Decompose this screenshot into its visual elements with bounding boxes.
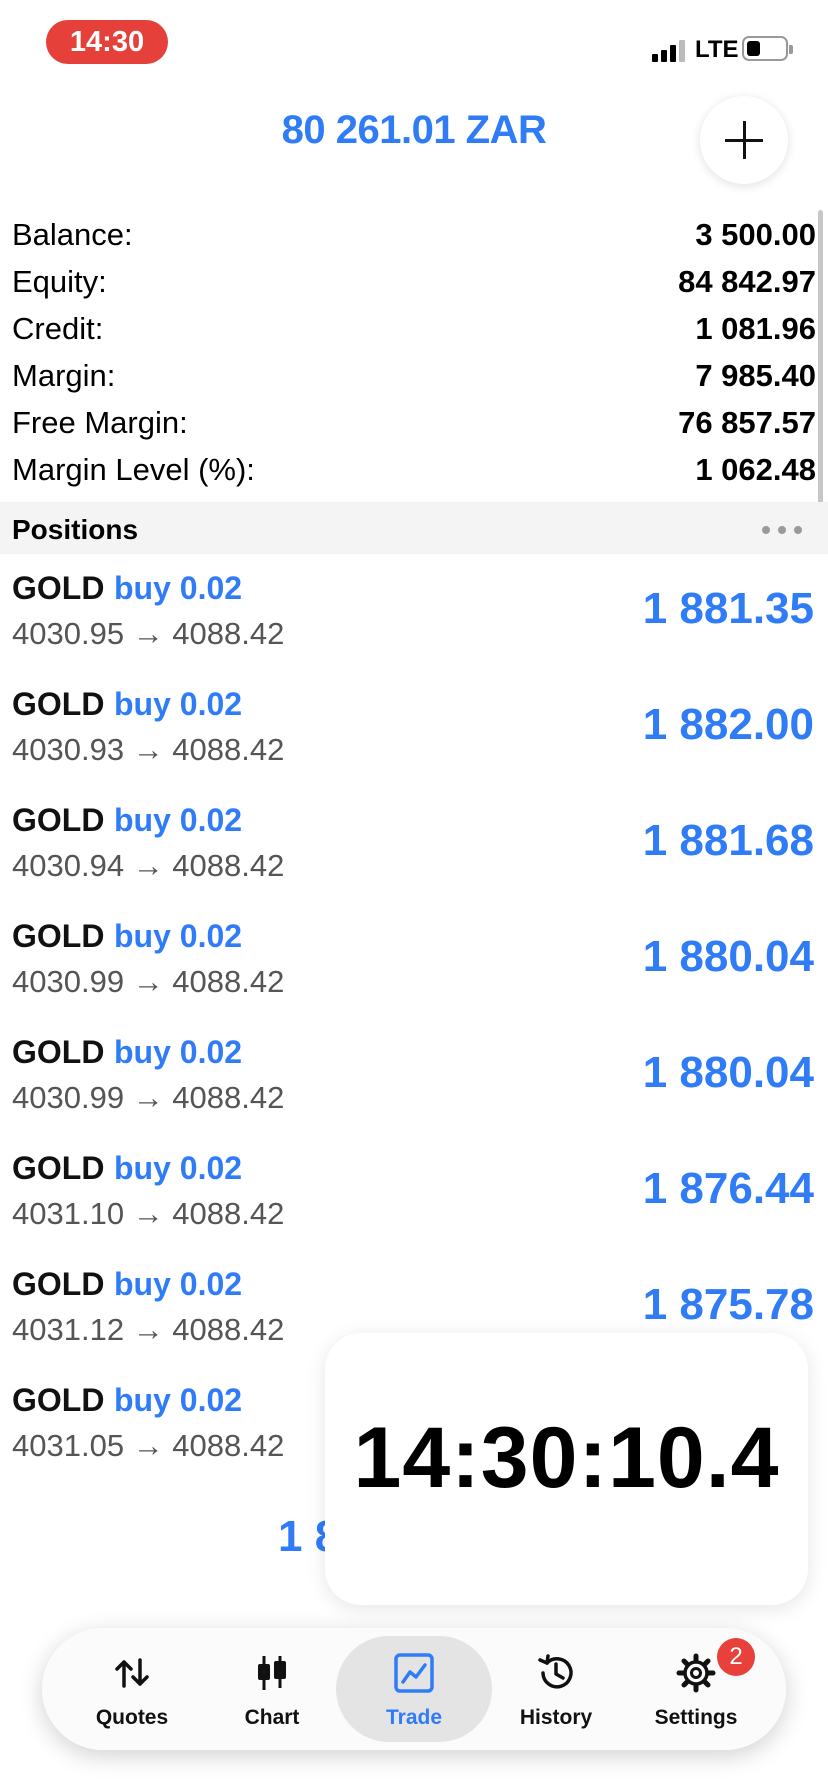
network-type: LTE bbox=[695, 36, 739, 63]
summary-value: 84 842.97 bbox=[678, 264, 816, 299]
position-profit: 1 882.00 bbox=[642, 700, 814, 749]
position-prices: 4030.99 → 4088.42 bbox=[12, 1080, 285, 1115]
position-prices: 4030.93 → 4088.42 bbox=[12, 732, 285, 767]
tab-quotes[interactable]: Quotes bbox=[62, 1628, 202, 1750]
position-symbol: GOLD bbox=[12, 918, 105, 954]
tab-label: Trade bbox=[385, 1706, 443, 1729]
summary-row-margin-level: Margin Level (%): 1 062.48 bbox=[0, 447, 828, 494]
summary-value: 7 985.40 bbox=[695, 358, 816, 393]
position-symbol: GOLD bbox=[12, 686, 105, 722]
positions-section-header: Positions bbox=[0, 502, 828, 554]
candlestick-icon bbox=[258, 1656, 286, 1690]
tab-label: Settings bbox=[654, 1706, 738, 1729]
summary-label: Free Margin: bbox=[12, 405, 188, 440]
position-row[interactable]: GOLD buy 0.02 4030.99 → 4088.42 1 880.04 bbox=[0, 1018, 828, 1134]
position-prices: 4031.12 → 4088.42 bbox=[12, 1312, 285, 1347]
tab-trade[interactable]: Trade bbox=[336, 1636, 492, 1742]
summary-row-equity: Equity: 84 842.97 bbox=[0, 259, 828, 306]
battery-icon bbox=[742, 36, 793, 61]
position-symbol: GOLD bbox=[12, 1266, 105, 1302]
summary-value: 1 081.96 bbox=[695, 311, 816, 346]
arrows-up-down-icon bbox=[115, 1658, 149, 1688]
status-bar: 14:30 LTE bbox=[0, 0, 828, 90]
position-symbol: GOLD bbox=[12, 1382, 105, 1418]
tab-chart[interactable]: Chart bbox=[202, 1628, 342, 1750]
position-direction: buy 0.02 bbox=[114, 1382, 243, 1418]
position-direction: buy 0.02 bbox=[114, 686, 243, 722]
position-direction: buy 0.02 bbox=[114, 1034, 243, 1070]
position-profit: 1 875.78 bbox=[642, 1280, 814, 1329]
position-row[interactable]: GOLD buy 0.02 4030.99 → 4088.42 1 880.04 bbox=[0, 902, 828, 1018]
position-profit: 1 876.44 bbox=[642, 1164, 814, 1213]
summary-row-margin: Margin: 7 985.40 bbox=[0, 353, 828, 400]
position-profit: 1 881.68 bbox=[642, 816, 814, 865]
position-row[interactable]: GOLD buy 0.02 4031.10 → 4088.42 1 876.44 bbox=[0, 1134, 828, 1250]
position-direction: buy 0.02 bbox=[114, 570, 243, 606]
summary-label: Credit: bbox=[12, 311, 104, 346]
scrollbar[interactable] bbox=[818, 210, 823, 536]
account-summary: Balance: 3 500.00 Equity: 84 842.97 Cred… bbox=[0, 212, 828, 494]
clock-time: 14:30:10.4 bbox=[353, 1410, 780, 1506]
position-symbol: GOLD bbox=[12, 802, 105, 838]
position-prices: 4030.95 → 4088.42 bbox=[12, 616, 285, 651]
notification-badge: 2 bbox=[717, 1638, 755, 1676]
gear-icon bbox=[676, 1653, 716, 1693]
summary-row-balance: Balance: 3 500.00 bbox=[0, 212, 828, 259]
position-row[interactable]: GOLD buy 0.02 4030.95 → 4088.42 1 881.35 bbox=[0, 554, 828, 670]
trade-chart-icon bbox=[394, 1653, 434, 1693]
tab-bar: Quotes Chart Trade History 2 Settings bbox=[42, 1628, 786, 1750]
summary-value: 1 062.48 bbox=[695, 452, 816, 487]
position-symbol: GOLD bbox=[12, 1150, 105, 1186]
tab-label: Quotes bbox=[95, 1706, 169, 1729]
summary-row-free-margin: Free Margin: 76 857.57 bbox=[0, 400, 828, 447]
position-row[interactable]: GOLD buy 0.02 4030.94 → 4088.42 1 881.68 bbox=[0, 786, 828, 902]
tab-history[interactable]: History bbox=[486, 1628, 626, 1750]
position-direction: buy 0.02 bbox=[114, 1266, 243, 1302]
summary-row-credit: Credit: 1 081.96 bbox=[0, 306, 828, 353]
tab-label: History bbox=[519, 1706, 593, 1729]
signal-icon bbox=[652, 38, 688, 62]
tab-settings[interactable]: 2 Settings bbox=[626, 1628, 766, 1750]
position-profit: 1 880.04 bbox=[642, 932, 814, 981]
summary-label: Margin: bbox=[12, 358, 116, 393]
position-prices: 4030.94 → 4088.42 bbox=[12, 848, 285, 883]
summary-label: Equity: bbox=[12, 264, 107, 299]
position-direction: buy 0.02 bbox=[114, 1150, 243, 1186]
position-profit: 1 880.04 bbox=[642, 1048, 814, 1097]
summary-value: 3 500.00 bbox=[695, 217, 816, 252]
tab-label: Chart bbox=[244, 1706, 300, 1729]
position-row[interactable]: GOLD buy 0.02 4030.93 → 4088.42 1 882.00 bbox=[0, 670, 828, 786]
history-clock-icon bbox=[538, 1654, 573, 1689]
position-symbol: GOLD bbox=[12, 1034, 105, 1070]
position-prices: 4030.99 → 4088.42 bbox=[12, 964, 285, 999]
position-direction: buy 0.02 bbox=[114, 802, 243, 838]
summary-label: Margin Level (%): bbox=[12, 452, 255, 487]
position-prices: 4031.10 → 4088.42 bbox=[12, 1196, 285, 1231]
position-profit: 1 881.35 bbox=[642, 584, 814, 633]
position-prices: 4031.05 → 4088.42 bbox=[12, 1428, 285, 1463]
status-time: 14:30 bbox=[46, 20, 168, 64]
position-symbol: GOLD bbox=[12, 570, 105, 606]
summary-label: Balance: bbox=[12, 217, 133, 252]
more-options-icon[interactable] bbox=[762, 526, 802, 534]
summary-value: 76 857.57 bbox=[678, 405, 816, 440]
positions-title: Positions bbox=[12, 514, 139, 545]
position-direction: buy 0.02 bbox=[114, 918, 243, 954]
add-order-button[interactable] bbox=[700, 96, 788, 184]
clock-overlay: 14:30:10.4 bbox=[325, 1333, 808, 1605]
